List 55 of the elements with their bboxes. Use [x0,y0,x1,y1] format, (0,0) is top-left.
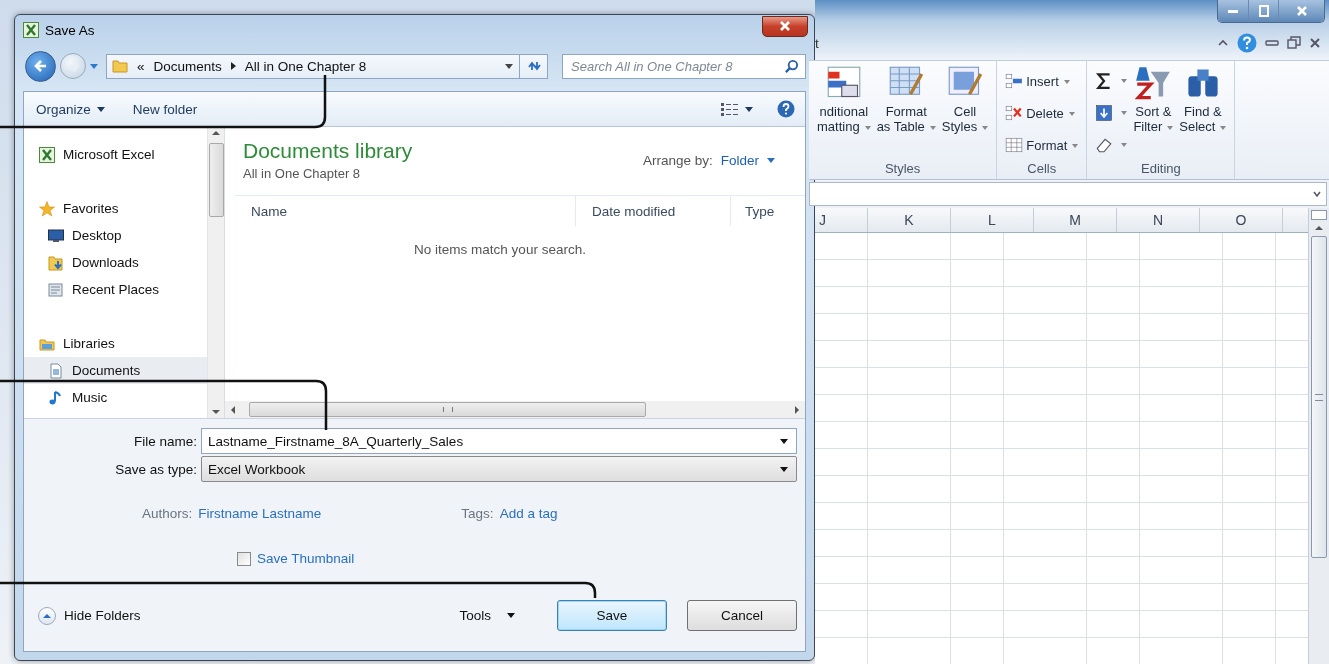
path-overflow[interactable]: « [137,58,145,74]
column-header[interactable]: Type [730,196,805,226]
address-bar[interactable]: « Documents All in One Chapter 8 [106,53,520,79]
file-type-dropdown[interactable]: Excel Workbook [201,456,797,482]
empty-message: No items match your search. [414,242,586,257]
ribbon-command[interactable]: Find & Select [1179,65,1227,161]
metadata-link[interactable]: Firstname Lastname [198,505,322,521]
dialog-title: Save As [45,22,95,38]
ribbon-command[interactable]: Sort & Filter [1133,65,1174,161]
ribbon-command[interactable]: Insert [1005,65,1079,97]
file-name-field[interactable]: Lastname_Firstname_8A_Quarterly_Sales [201,428,797,454]
field-label: Save as type: [114,461,198,477]
window-title: t [815,35,819,51]
navigation-item[interactable]: Libraries [24,330,207,357]
library-subtitle: All in One Chapter 8 [243,166,362,181]
navigation-item[interactable]: Microsoft Excel [24,141,207,168]
toolbar-button[interactable]: New folder [128,99,202,119]
group-label: Editing [1140,161,1182,177]
column-header[interactable]: K [868,208,951,232]
navigation-item[interactable]: Music [24,384,207,411]
arrange-by-label: Arrange by: [642,152,713,168]
metadata-label: Tags: [461,505,494,521]
ribbon-command[interactable]: Delete [1005,97,1079,129]
column-header[interactable]: L [951,208,1034,232]
group-label: Cells [1026,161,1058,177]
group-label: Styles [883,161,922,177]
dialog-button[interactable]: Cancel [687,600,797,631]
navigation-item[interactable]: Desktop [24,222,207,249]
navigation-item[interactable]: Downloads [24,249,207,276]
hide-folders-button[interactable]: Hide Folders [32,606,141,625]
tools-menu[interactable]: Tools [459,608,515,623]
field-label: File name: [132,433,198,449]
metadata-label: Authors: [142,505,193,521]
toolbar-button[interactable]: Organize [32,99,109,119]
dialog-button[interactable]: Save [557,600,667,631]
navigation-item[interactable]: Documents [24,357,207,384]
column-header[interactable]: O [1200,208,1283,232]
checkbox-label[interactable]: Save Thumbnail [257,551,355,566]
column-header[interactable]: J [815,208,868,232]
navigation-item[interactable]: Favorites [24,195,207,222]
breadcrumb[interactable]: Documents [153,58,222,74]
arrange-by-dropdown[interactable]: Folder [720,152,775,168]
search-field[interactable]: Search All in One Chapter 8 [562,53,806,79]
navigation-item[interactable]: Recent Places [24,276,207,303]
metadata-link[interactable]: Add a tag [499,505,558,521]
ribbon-command[interactable]: nditional matting [817,65,871,161]
column-header[interactable]: Name [235,196,575,226]
column-header[interactable]: M [1034,208,1117,232]
breadcrumb[interactable]: All in One Chapter 8 [244,58,367,74]
column-header[interactable]: Date modified [575,196,730,226]
column-header[interactable]: N [1117,208,1200,232]
ribbon-command[interactable]: Format [1005,129,1079,161]
ribbon-command[interactable]: Format as Table [876,65,936,161]
ribbon-command[interactable]: Cell Styles [941,65,989,161]
library-title: Documents library [243,139,413,163]
